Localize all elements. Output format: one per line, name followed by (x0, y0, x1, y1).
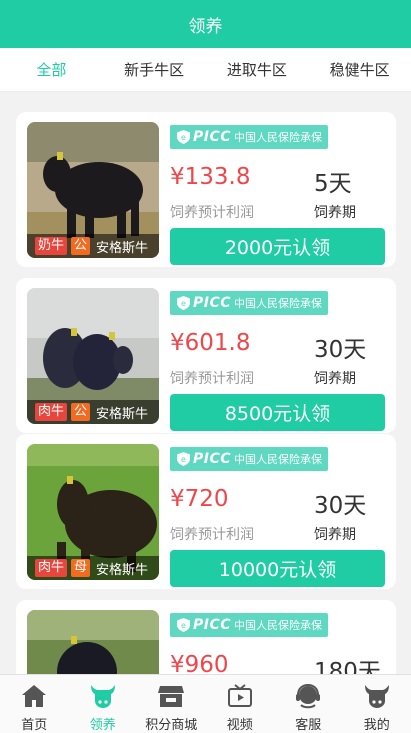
sex-tag: 母 (71, 559, 91, 577)
insurance-brand: PICC (193, 129, 232, 145)
profit-label: 饲养预计利润 (170, 371, 254, 387)
type-tag: 肉牛 (35, 559, 68, 577)
nav-profile[interactable]: 我的 (343, 675, 411, 733)
svg-text:e: e (181, 621, 186, 630)
tab-stable[interactable]: 稳健牛区 (308, 59, 411, 80)
cattle-photo[interactable]: 肉牛 公 安格斯牛 (27, 288, 159, 424)
category-tabs: 全部 新手牛区 进取牛区 稳健牛区 (0, 48, 411, 92)
bottom-nav: 首页 领养 积分商城 视频 客服 我的 (0, 674, 411, 733)
insurance-brand: PICC (193, 295, 232, 311)
cattle-card[interactable]: e PICC 中国人民保险承保 ¥960 180天 (16, 600, 396, 674)
feeding-days-label: 饲养期 (314, 527, 356, 543)
profit-label: 饲养预计利润 (170, 527, 254, 543)
cow-photo-image (27, 610, 159, 674)
nav-customer-service[interactable]: 客服 (274, 675, 343, 733)
sex-tag: 公 (71, 403, 91, 421)
adopt-button[interactable]: 2000元认领 (170, 228, 385, 265)
app: 领养 全部 新手牛区 进取牛区 稳健牛区 奶牛 公 安格斯牛 e PICC 中国… (0, 0, 411, 733)
expected-profit: ¥133.8 (170, 164, 251, 190)
insurance-badge: e PICC 中国人民保险承保 (170, 291, 329, 315)
nav-label: 领养 (89, 718, 116, 733)
feeding-days: 30天 (314, 337, 367, 363)
breed-label: 安格斯牛 (96, 240, 149, 256)
shield-icon: e (176, 130, 190, 144)
tab-beginner[interactable]: 新手牛区 (103, 59, 206, 80)
insurance-badge: e PICC 中国人民保险承保 (170, 613, 329, 637)
insurance-text: 中国人民保险承保 (234, 453, 323, 466)
nav-label: 客服 (295, 718, 322, 733)
shield-icon: e (176, 618, 190, 632)
nav-label: 视频 (226, 718, 253, 733)
insurance-text: 中国人民保险承保 (234, 619, 323, 632)
nav-home[interactable]: 首页 (0, 675, 69, 733)
cattle-card[interactable]: 肉牛 公 安格斯牛 e PICC 中国人民保险承保 ¥601.8 饲养预计利润 … (16, 278, 396, 433)
expected-profit: ¥601.8 (170, 330, 251, 356)
nav-label: 首页 (21, 718, 48, 733)
insurance-brand: PICC (193, 451, 232, 467)
insurance-badge: e PICC 中国人民保险承保 (170, 125, 329, 149)
nav-label: 我的 (363, 718, 390, 733)
tab-aggressive[interactable]: 进取牛区 (206, 59, 309, 80)
photo-tags: 奶牛 公 安格斯牛 (27, 234, 159, 258)
store-icon (157, 682, 185, 710)
photo-tags: 肉牛 公 安格斯牛 (27, 400, 159, 424)
cow-icon (89, 682, 117, 710)
sex-tag: 公 (71, 237, 91, 255)
nav-video[interactable]: 视频 (206, 675, 275, 733)
feeding-days: 30天 (314, 493, 367, 519)
profit-label: 饲养预计利润 (170, 205, 254, 221)
shield-icon: e (176, 296, 190, 310)
video-icon (226, 682, 254, 710)
cattle-photo[interactable]: 肉牛 母 安格斯牛 (27, 444, 159, 580)
cattle-card[interactable]: 肉牛 母 安格斯牛 e PICC 中国人民保险承保 ¥720 饲养预计利润 30… (16, 434, 396, 589)
photo-tags: 肉牛 母 安格斯牛 (27, 556, 159, 580)
insurance-text: 中国人民保险承保 (234, 131, 323, 144)
svg-text:e: e (181, 299, 186, 308)
feeding-days-label: 饲养期 (314, 371, 356, 387)
type-tag: 肉牛 (35, 403, 68, 421)
headset-icon (294, 682, 322, 710)
home-icon (20, 682, 48, 710)
insurance-text: 中国人民保险承保 (234, 297, 323, 310)
insurance-brand: PICC (193, 617, 232, 633)
insurance-badge: e PICC 中国人民保险承保 (170, 447, 329, 471)
adopt-button[interactable]: 10000元认领 (170, 550, 385, 587)
feeding-days: 5天 (314, 171, 352, 197)
adopt-button[interactable]: 8500元认领 (170, 394, 385, 431)
breed-label: 安格斯牛 (96, 406, 149, 422)
profile-icon (363, 682, 391, 710)
type-tag: 奶牛 (35, 237, 68, 255)
header-bar: 领养 (0, 0, 411, 48)
expected-profit: ¥720 (170, 486, 229, 512)
nav-adopt[interactable]: 领养 (69, 675, 138, 733)
cattle-photo[interactable]: 奶牛 公 安格斯牛 (27, 122, 159, 258)
page-title: 领养 (188, 16, 223, 37)
expected-profit: ¥960 (170, 652, 229, 674)
cattle-card[interactable]: 奶牛 公 安格斯牛 e PICC 中国人民保险承保 ¥133.8 饲养预计利润 … (16, 112, 396, 267)
svg-text:e: e (181, 133, 186, 142)
svg-text:e: e (181, 455, 186, 464)
nav-points-mall[interactable]: 积分商城 (137, 675, 206, 733)
cattle-list[interactable]: 奶牛 公 安格斯牛 e PICC 中国人民保险承保 ¥133.8 饲养预计利润 … (0, 92, 411, 674)
feeding-days: 180天 (314, 659, 381, 674)
cattle-photo[interactable] (27, 610, 159, 674)
nav-label: 积分商城 (145, 718, 198, 733)
tab-all[interactable]: 全部 (0, 59, 103, 80)
feeding-days-label: 饲养期 (314, 205, 356, 221)
shield-icon: e (176, 452, 190, 466)
breed-label: 安格斯牛 (96, 562, 149, 578)
